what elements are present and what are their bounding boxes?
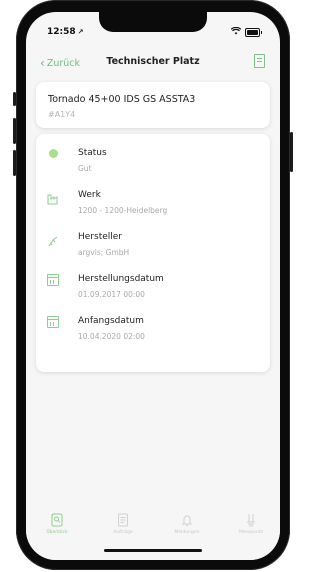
- tab-label: Überblick: [46, 530, 68, 535]
- manufacturer-icon: [47, 232, 59, 247]
- detail-value: argvis; GmbH: [78, 248, 130, 257]
- side-button: [290, 132, 293, 172]
- side-button: [13, 92, 16, 106]
- detail-row-anfangsdatum: Anfangsdatum 10.04.2020 02:00: [36, 314, 270, 348]
- tab-overview[interactable]: Überblick: [29, 512, 85, 535]
- location-arrow-icon: ↗: [77, 28, 84, 36]
- measure-point-icon: [245, 512, 257, 527]
- detail-row-herstellungsdatum: Herstellungsdatum 01.09.2017 00:00: [36, 272, 270, 306]
- asset-name: Tornado 45+00 IDS GS ASSTA3: [48, 94, 196, 105]
- calendar-icon: [47, 316, 59, 328]
- detail-label: Status: [78, 148, 107, 158]
- navigation-bar: ‹ Zurück Technischer Platz: [26, 52, 280, 74]
- asset-header-card: Tornado 45+00 IDS GS ASSTA3 #A1Y4: [36, 82, 270, 128]
- tab-notifications[interactable]: Meldungen: [159, 512, 215, 535]
- detail-row-hersteller: Hersteller argvis; GmbH: [36, 230, 270, 264]
- overview-icon: [51, 512, 63, 527]
- asset-details-card: Status Gut Werk 1200 - 1200-Heidelberg H…: [36, 134, 270, 372]
- wifi-icon: [230, 26, 242, 38]
- orders-icon: [117, 512, 129, 527]
- asset-code: #A1Y4: [48, 110, 76, 119]
- calendar-icon: [47, 274, 59, 286]
- tab-measure-point[interactable]: Messpunkt: [223, 512, 279, 535]
- status-bar: 12:58 ↗: [26, 12, 280, 52]
- page-title: Technischer Platz: [106, 56, 200, 67]
- detail-label: Anfangsdatum: [78, 316, 144, 326]
- detail-label: Hersteller: [78, 232, 122, 242]
- app-screen: 12:58 ↗ ‹ Zurück Technischer Platz Tornado…: [26, 12, 280, 560]
- bell-icon: [181, 512, 193, 526]
- detail-value: Gut: [78, 164, 92, 173]
- detail-label: Werk: [78, 190, 101, 200]
- tab-label: Meldungen: [174, 530, 200, 535]
- detail-row-werk: Werk 1200 - 1200-Heidelberg: [36, 188, 270, 222]
- tab-orders[interactable]: Aufträge: [95, 512, 151, 535]
- tab-label: Aufträge: [113, 530, 133, 535]
- detail-value: 01.09.2017 00:00: [78, 290, 145, 299]
- detail-label: Herstellungsdatum: [78, 274, 164, 284]
- detail-row-status: Status Gut: [36, 146, 270, 180]
- detail-value: 1200 - 1200-Heidelberg: [78, 206, 168, 215]
- home-indicator: [104, 549, 202, 552]
- status-dot-icon: [49, 149, 58, 158]
- document-icon[interactable]: [254, 54, 265, 68]
- tab-label: Messpunkt: [238, 530, 264, 535]
- side-button: [13, 150, 16, 176]
- status-time: 12:58 ↗: [47, 27, 84, 37]
- status-time-text: 12:58: [47, 27, 76, 37]
- battery-icon: [245, 28, 262, 37]
- factory-icon: [47, 190, 59, 205]
- detail-value: 10.04.2020 02:00: [78, 332, 145, 341]
- side-button: [13, 118, 16, 144]
